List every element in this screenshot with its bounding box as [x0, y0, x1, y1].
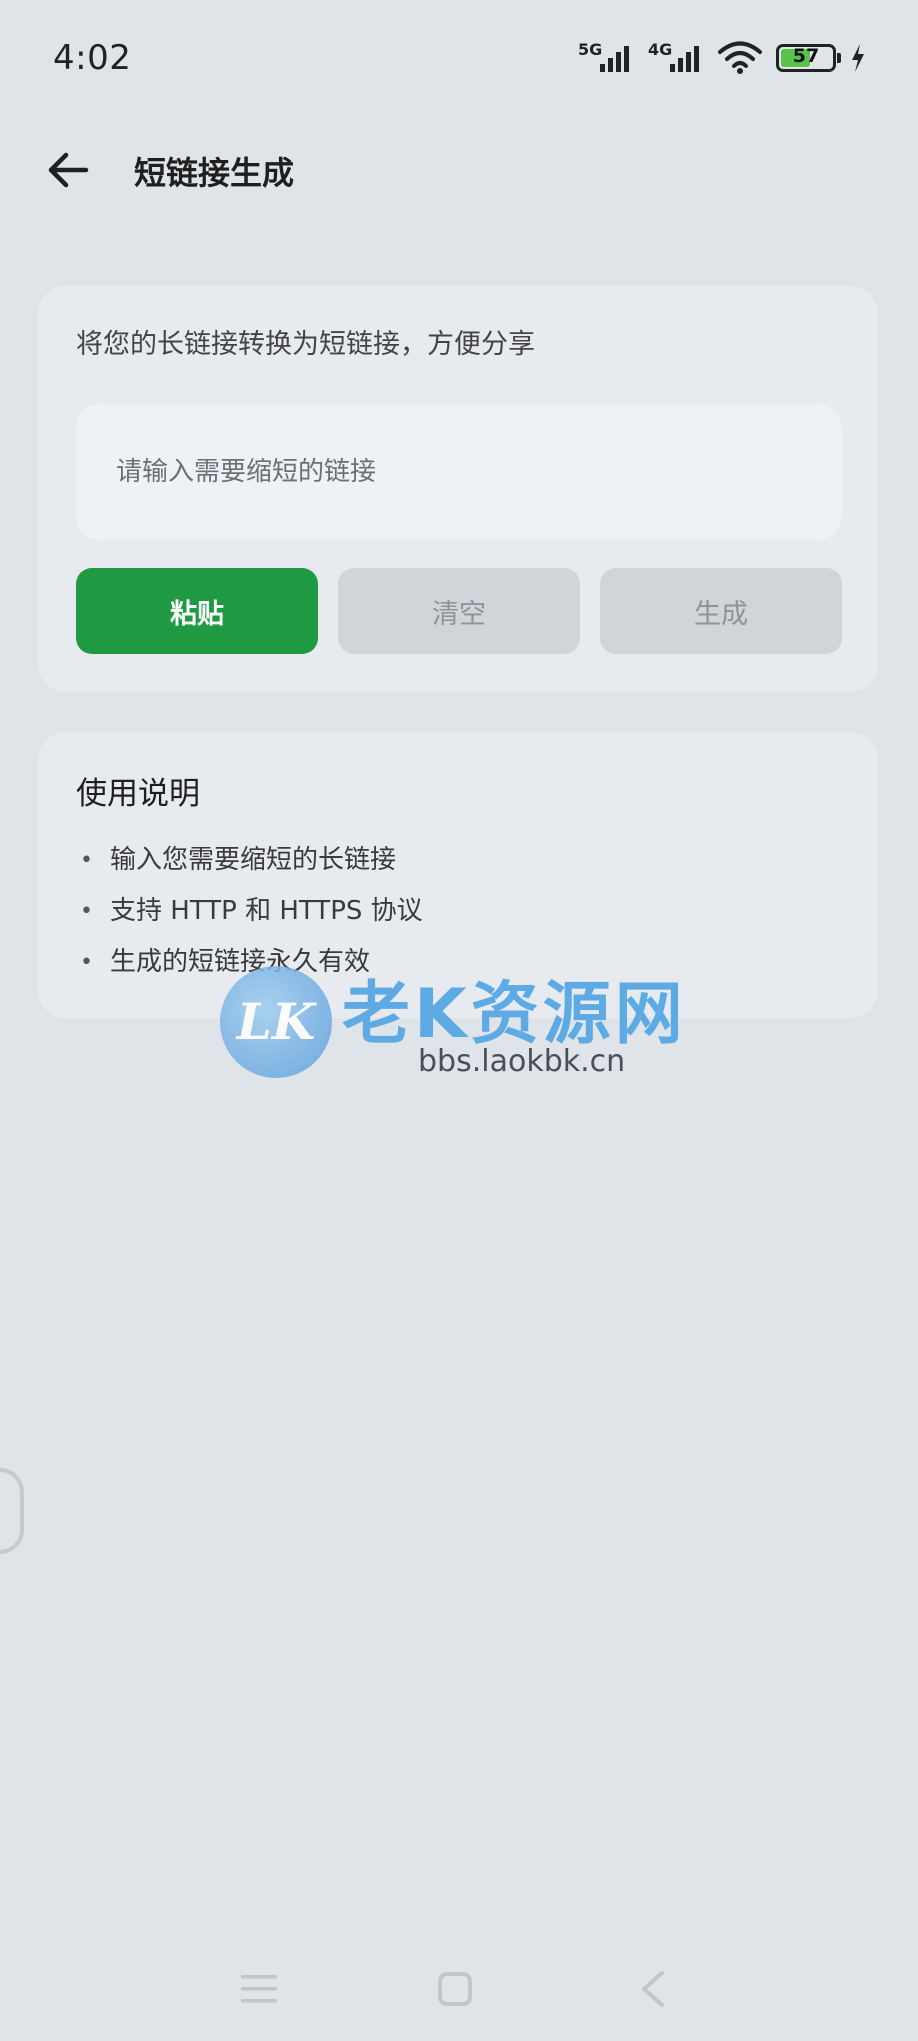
app-header: 短链接生成: [0, 130, 918, 210]
wifi-icon: [718, 41, 762, 74]
url-input[interactable]: [76, 404, 842, 540]
list-item: 生成的短链接永久有效: [76, 937, 840, 988]
lightning-icon: [852, 44, 864, 72]
back-button[interactable]: [40, 140, 96, 200]
battery-percent: 57: [792, 45, 820, 67]
paste-button[interactable]: 粘贴: [76, 568, 318, 654]
signal-bars-icon: [600, 46, 629, 72]
status-icons: 5G 4G 57: [578, 40, 866, 76]
chevron-left-icon: [642, 1971, 664, 2007]
square-home-icon: [438, 1972, 472, 2006]
status-time: 4:02: [53, 38, 132, 78]
action-buttons: 粘贴 清空 生成: [76, 568, 842, 654]
list-item: 输入您需要缩短的长链接: [76, 835, 840, 886]
list-item: 支持 HTTP 和 HTTPS 协议: [76, 886, 840, 937]
instructions-title: 使用说明: [76, 776, 200, 812]
battery-tip: [837, 53, 841, 63]
edge-panel-handle[interactable]: [0, 1468, 24, 1554]
status-bar: 4:02 5G 4G 57: [0, 0, 918, 120]
instructions-list: 输入您需要缩短的长链接 支持 HTTP 和 HTTPS 协议 生成的短链接永久有…: [76, 835, 840, 988]
signal-4g: 4G: [648, 40, 704, 76]
navigation-bar: [0, 1931, 918, 2041]
menu-icon: [241, 1975, 277, 2003]
converter-description: 将您的长链接转换为短链接，方便分享: [76, 329, 535, 360]
generate-button[interactable]: 生成: [600, 568, 842, 654]
signal-bars-icon: [670, 46, 699, 72]
recent-apps-button[interactable]: [229, 1959, 289, 2019]
watermark-url: bbs.laokbk.cn: [418, 1044, 626, 1079]
signal-5g: 5G: [578, 40, 634, 76]
clear-button[interactable]: 清空: [338, 568, 580, 654]
page-title: 短链接生成: [134, 154, 295, 192]
back-nav-button[interactable]: [622, 1959, 682, 2019]
arrow-left-icon: [48, 152, 89, 188]
battery-icon: 57: [776, 44, 841, 72]
instructions-card: 使用说明 输入您需要缩短的长链接 支持 HTTP 和 HTTPS 协议 生成的短…: [38, 732, 878, 1018]
converter-card: 将您的长链接转换为短链接，方便分享 粘贴 清空 生成: [38, 286, 878, 692]
home-button[interactable]: [425, 1959, 485, 2019]
